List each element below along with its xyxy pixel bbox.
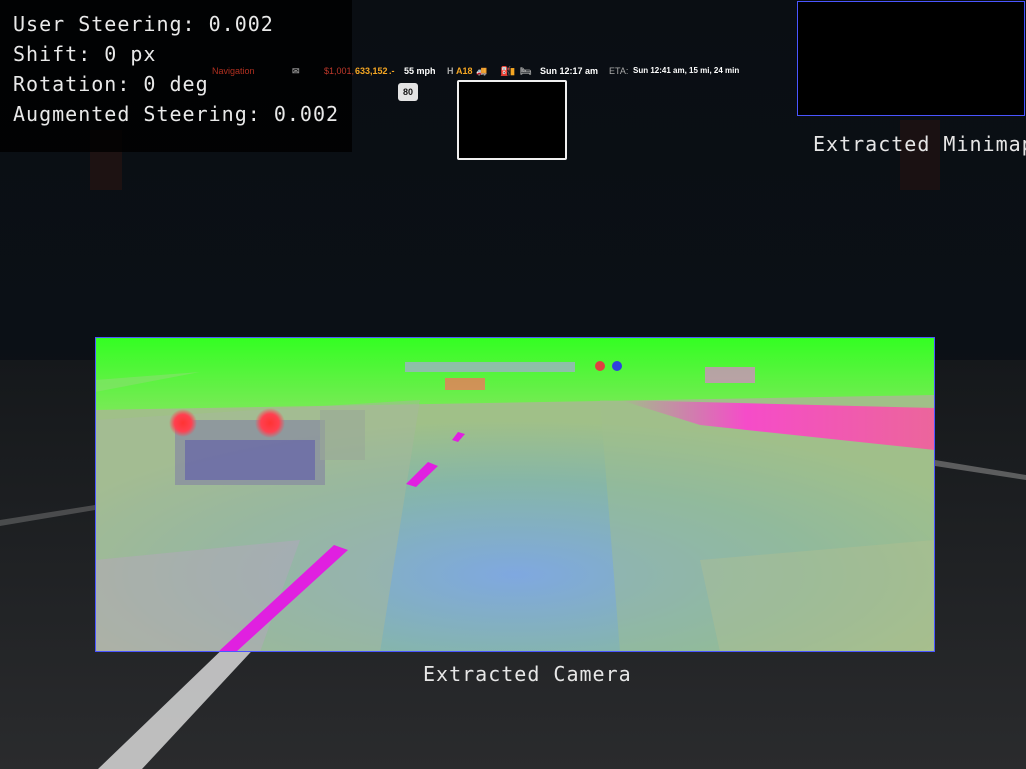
money-prefix: $1,001, [324,66,355,76]
gear-shift-icon: H [447,66,454,76]
fuel-gauge-icon: ▮ [510,66,515,76]
shift-text: Shift: 0 px [13,42,157,66]
bed-icon: 🛏 [520,66,532,76]
truck-icon: 🚚 [476,66,488,76]
extracted-minimap-label: Extracted Minimap [813,132,1026,156]
speed-value: 55 mph [404,66,436,76]
minimap-frame [457,80,567,160]
money-value: 633,152 [355,66,388,76]
clock-time: Sun 12:17 am [540,66,599,76]
extracted-minimap-panel [797,1,1025,116]
eta-value: Sun 12:41 am, 15 mi, 24 min [633,66,740,75]
augmented-steering-text: Augmented Steering: 0.002 [13,102,340,126]
road-name: A18 [456,66,473,76]
extracted-camera-frame [95,337,935,652]
mail-icon: ✉ [292,66,300,76]
extracted-camera-label: Extracted Camera [423,662,632,686]
rotation-text: Rotation: 0 deg [13,72,209,96]
speed-limit-sign: 80 [398,83,418,101]
money-suffix: .- [389,66,395,76]
eta-label: ETA: [609,66,629,76]
user-steering-text: User Steering: 0.002 [13,12,274,36]
navigation-label: Navigation [212,66,255,76]
